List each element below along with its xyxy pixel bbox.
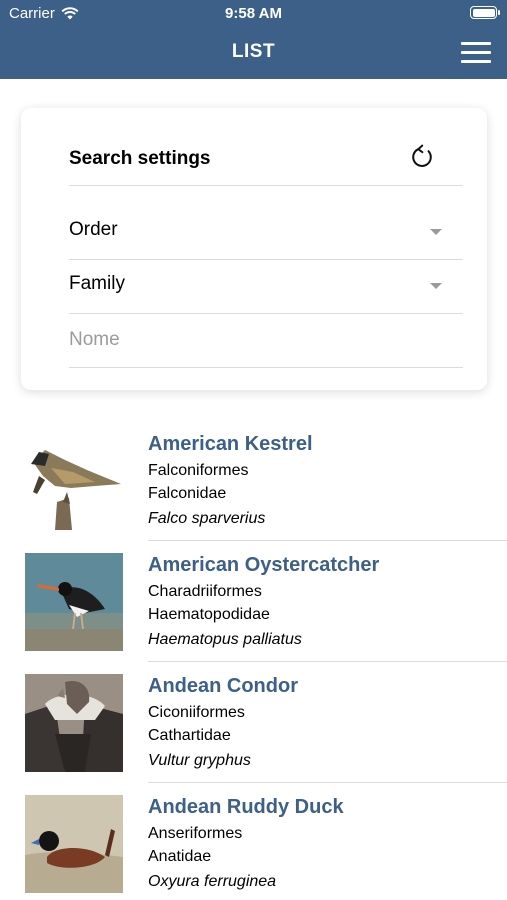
- list-item[interactable]: American Oystercatcher Charadriiformes H…: [0, 541, 507, 662]
- bird-photo: [25, 674, 123, 772]
- bird-scientific-name: Vultur gryphus: [148, 752, 251, 769]
- order-select[interactable]: Order: [69, 206, 463, 260]
- bird-common-name: Andean Condor: [148, 675, 298, 697]
- search-settings-header: Search settings: [69, 143, 463, 186]
- bird-common-name: American Oystercatcher: [148, 554, 380, 576]
- bird-family: Haematopodidae: [148, 606, 270, 623]
- list-item[interactable]: Andean Condor Ciconiiformes Cathartidae …: [0, 662, 507, 783]
- status-time: 9:58 AM: [225, 5, 282, 22]
- bird-photo: [25, 553, 123, 651]
- status-bar: Carrier 9:58 AM: [0, 0, 507, 28]
- bird-family: Anatidae: [148, 848, 212, 865]
- hamburger-menu-icon[interactable]: [461, 42, 491, 64]
- search-settings-title: Search settings: [69, 148, 211, 169]
- bird-scientific-name: Falco sparverius: [148, 510, 266, 527]
- bird-order: Anseriformes: [148, 825, 243, 842]
- bird-order: Charadriiformes: [148, 583, 262, 600]
- chevron-down-icon: [430, 229, 442, 235]
- list-item[interactable]: Andean Ruddy Duck Anseriformes Anatidae …: [0, 783, 507, 900]
- name-search-input[interactable]: [69, 324, 463, 356]
- battery-icon: [470, 6, 500, 19]
- bird-order: Falconiformes: [148, 462, 249, 479]
- order-select-label: Order: [69, 219, 118, 240]
- bird-family: Falconidae: [148, 485, 227, 502]
- bird-common-name: American Kestrel: [148, 433, 313, 455]
- chevron-down-icon: [430, 283, 442, 289]
- search-settings-card: Search settings Order Family: [21, 108, 487, 390]
- bird-scientific-name: Oxyura ferruginea: [148, 873, 277, 890]
- refresh-icon[interactable]: [409, 143, 437, 171]
- family-select[interactable]: Family: [69, 260, 463, 314]
- bird-scientific-name: Haematopus palliatus: [148, 631, 302, 648]
- bird-order: Ciconiiformes: [148, 704, 245, 721]
- app-header: Carrier 9:58 AM LIST: [0, 0, 507, 79]
- page-title: LIST: [231, 41, 276, 62]
- family-select-label: Family: [69, 273, 125, 294]
- name-field: [69, 314, 463, 368]
- bird-family: Cathartidae: [148, 727, 231, 744]
- bird-photo: [25, 795, 123, 893]
- bird-photo: [25, 432, 123, 530]
- list-item[interactable]: American Kestrel Falconiformes Falconida…: [0, 420, 507, 541]
- bird-common-name: Andean Ruddy Duck: [148, 796, 344, 818]
